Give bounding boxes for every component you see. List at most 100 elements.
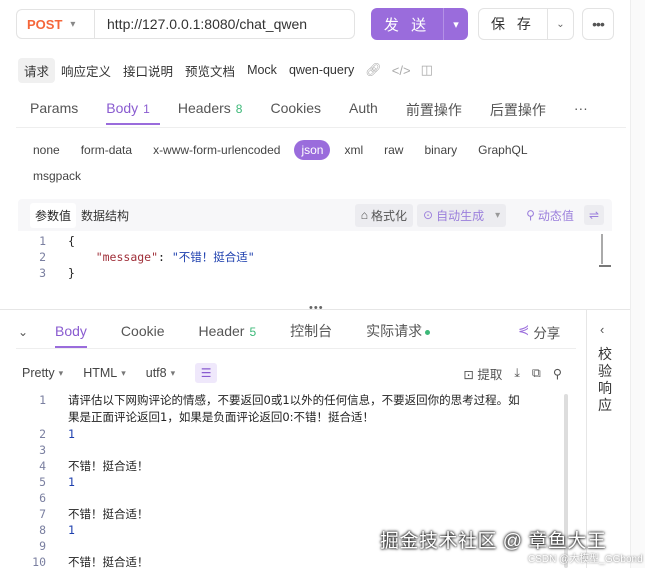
tab-cookies[interactable]: Cookies	[256, 97, 335, 124]
tab-post-ops[interactable]: 后置操作	[476, 97, 560, 128]
json-value: "不错！挺合适"	[171, 250, 255, 264]
body-type-raw[interactable]: raw	[377, 140, 410, 160]
chevron-down-icon[interactable]: ▾	[444, 18, 468, 31]
copy-icon[interactable]: ⧉	[532, 366, 541, 381]
wrap-icon[interactable]: ⇌	[583, 205, 604, 225]
body-type-msgpack[interactable]: msgpack	[26, 166, 88, 186]
code-line: 6	[39, 491, 46, 505]
format-icon: ⌂	[360, 208, 368, 222]
chevron-down-icon: ▾	[121, 367, 126, 378]
tab-headers[interactable]: Headers 8	[164, 97, 257, 124]
extract-button[interactable]: ⊡ 提取	[463, 364, 502, 383]
tabs-more-icon[interactable]: ···	[560, 97, 602, 124]
extract-icon: ⊡	[463, 367, 474, 382]
share-button[interactable]: ⋞ 分享	[518, 322, 560, 342]
code-icon[interactable]: </>	[387, 63, 416, 78]
body-type-graphql[interactable]: GraphQL	[471, 140, 534, 160]
resp-tab-header[interactable]: Header 5	[182, 319, 274, 345]
chevron-down-icon: ▾	[495, 209, 501, 221]
resize-handle-icon[interactable]: •••	[309, 302, 324, 314]
body-type-none[interactable]: none	[26, 140, 67, 160]
subtab-api-desc[interactable]: 接口说明	[117, 58, 179, 83]
chevron-left-icon[interactable]: ‹	[600, 322, 604, 337]
format-button[interactable]: ⌂ 格式化	[354, 203, 414, 227]
tab-count: 5	[249, 325, 257, 339]
subtab-preview-doc[interactable]: 预览文档	[179, 58, 241, 83]
body-type-binary[interactable]: binary	[417, 140, 464, 160]
code-line: 7 不错！挺合适！	[39, 507, 149, 521]
code-line: 3	[39, 443, 46, 457]
code-line: 1{	[39, 234, 75, 248]
status-dot	[425, 329, 431, 335]
resp-tab-actual-request[interactable]: 实际请求	[349, 317, 447, 347]
code-line: 10 不错！挺合适！	[32, 555, 149, 568]
download-icon[interactable]: ⤓	[514, 366, 520, 381]
resp-tab-cookie[interactable]: Cookie	[104, 319, 182, 345]
chevron-down-icon: ▾	[58, 367, 64, 378]
share-icon: ⋞	[518, 322, 530, 337]
method-label: POST	[27, 16, 63, 32]
body-type-json[interactable]: json	[294, 140, 331, 160]
resp-tab-console[interactable]: 控制台	[273, 317, 349, 347]
body-type-form-data[interactable]: form-data	[74, 140, 139, 160]
subtab-mock[interactable]: Mock	[241, 60, 283, 80]
body-type-urlencoded[interactable]: x-www-form-urlencoded	[146, 140, 287, 160]
body-type-selector: none form-data x-www-form-urlencoded jso…	[26, 140, 586, 192]
encoding-select[interactable]: utf8 ▾	[146, 366, 175, 380]
save-label: 保 存	[491, 16, 535, 32]
code-line: 51	[39, 475, 75, 489]
autogen-icon: ⊙	[423, 208, 434, 222]
code-line: 21	[39, 427, 75, 441]
subtab-request[interactable]: 请求	[18, 57, 56, 83]
tab-pre-ops[interactable]: 前置操作	[392, 97, 476, 128]
link-icon[interactable]: 🔗︎	[360, 62, 387, 78]
sub-tabs: 请求 响应定义 接口说明 预览文档 Mock qwen-query 🔗︎ </>…	[18, 57, 438, 83]
tab-auth[interactable]: Auth	[335, 97, 392, 124]
editor-mode-toggle: 参数值 数据结构	[30, 202, 134, 228]
language-select[interactable]: HTML ▾	[83, 366, 126, 380]
tab-body[interactable]: Body 1	[92, 97, 164, 125]
more-icon: •••	[592, 16, 605, 32]
code-line: 4 不错！挺合适！	[39, 459, 149, 473]
autogen-button[interactable]: ⊙ 自动生成 ▾	[417, 203, 507, 227]
right-edge-strip	[630, 0, 645, 568]
response-toolbar: Pretty ▾ HTML ▾ utf8 ▾ ☰ ⊡ 提取 ⤓ ⧉ ⚲	[22, 363, 570, 383]
subtab-response-def[interactable]: 响应定义	[55, 58, 117, 83]
watermark-sub: CSDN @大模型_GGbond	[528, 554, 643, 565]
tab-count: 8	[235, 102, 243, 116]
body-type-xml[interactable]: xml	[337, 140, 370, 160]
chevron-down-icon[interactable]: ⌄	[548, 19, 573, 30]
tab-params[interactable]: Params	[16, 97, 92, 124]
subtab-qwen-query[interactable]: qwen-query	[283, 60, 360, 80]
validate-response-label: 校验响应	[598, 346, 612, 413]
code-line: 3}	[39, 266, 75, 280]
url-input[interactable]: http://127.0.0.1:8080/chat_qwen	[94, 9, 355, 39]
format-select[interactable]: Pretty ▾	[22, 366, 63, 380]
mode-param-values[interactable]: 参数值	[30, 202, 77, 228]
method-select[interactable]: POST ▾	[16, 9, 94, 39]
resp-tab-body[interactable]: Body	[38, 319, 104, 348]
json-key: "message"	[95, 250, 159, 264]
tab-count: 1	[143, 102, 150, 116]
more-options-button[interactable]: •••	[582, 8, 614, 40]
mode-data-structure[interactable]: 数据结构	[76, 203, 134, 228]
code-line: 2 "message": "不错！挺合适"	[39, 250, 255, 264]
request-body-editor[interactable]: 1{ 2 "message": "不错！挺合适" 3}	[18, 233, 612, 293]
search-icon[interactable]: ⚲	[553, 366, 562, 381]
send-button[interactable]: 发 送 ▾	[371, 8, 468, 40]
request-tabs: Params Body 1 Headers 8 Cookies Auth 前置操作 …	[16, 97, 602, 127]
save-button[interactable]: 保 存 ⌄	[478, 8, 574, 40]
layout-icon[interactable]: ◫	[416, 62, 438, 78]
code-line: 1 请评估以下网购评论的情感，不要返回0或1以外的任何信息，不要返回你的思考过程。…	[39, 393, 520, 424]
response-tabs: ⌄ Body Cookie Header 5 控制台 实际请求	[18, 317, 447, 348]
watermark: 掘金技术社区 @ 章鱼大王	[380, 531, 607, 552]
chevron-down-icon: ▾	[170, 367, 176, 378]
wrap-lines-icon[interactable]: ☰	[195, 363, 218, 383]
body-editor-header: 参数值 数据结构 ⌂ 格式化 ⊙ 自动生成 ▾ ⚲ 动态值 ⇌	[18, 199, 612, 231]
send-label: 发 送	[383, 16, 431, 34]
chevron-down-icon: ▾	[70, 18, 76, 30]
dynamic-value-button[interactable]: ⚲ 动态值	[520, 204, 580, 227]
collapse-chevron-icon[interactable]: ⌄	[18, 325, 38, 339]
editor-scrollbar[interactable]	[599, 234, 611, 294]
wand-icon: ⚲	[526, 208, 535, 222]
